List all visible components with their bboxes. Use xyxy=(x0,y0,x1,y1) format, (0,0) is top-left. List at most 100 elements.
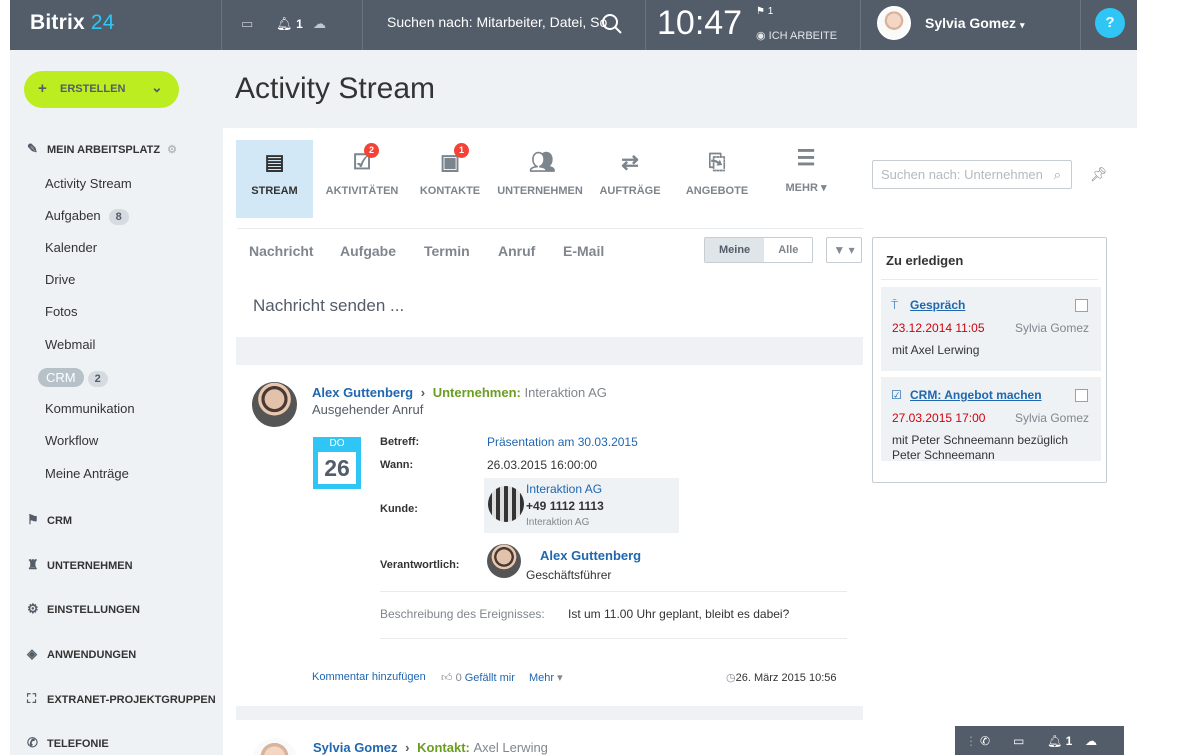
search-icon[interactable] xyxy=(600,12,624,36)
sidebar-item-drive[interactable]: Drive xyxy=(45,272,75,287)
list-icon: ☰ xyxy=(796,147,816,170)
client-phone[interactable]: +49 1112 1113 xyxy=(526,499,604,513)
description-label: Beschreibung des Ereignisses: xyxy=(380,607,545,621)
client-label: Kunde: xyxy=(380,503,418,515)
subject-link[interactable]: Präsentation am 30.03.2015 xyxy=(487,435,638,449)
description-text: Ist um 11.00 Uhr geplant, bleibt es dabe… xyxy=(568,607,790,621)
handshake-icon: ⇄ xyxy=(621,151,639,174)
create-button[interactable]: + ERSTELLEN ⌄ xyxy=(24,71,179,108)
sidebar: + ERSTELLEN ⌄ ✎ MEIN ARBEITSPLATZ ⚙︎ Acti… xyxy=(10,50,223,755)
avatar[interactable] xyxy=(252,382,297,427)
post-tab-email[interactable]: E-Mail xyxy=(563,243,604,259)
user-menu[interactable]: Sylvia Gomez ▾ xyxy=(925,15,1024,31)
tab-activities[interactable]: ☑ 2 AKTIVITÄTEN xyxy=(321,140,403,218)
sidebar-item-calendar[interactable]: Kalender xyxy=(45,240,97,255)
sidebar-item-activity-stream[interactable]: Activity Stream xyxy=(45,176,132,191)
post-date[interactable]: ◷26. März 2015 10:56 xyxy=(726,671,837,684)
chevron-down-icon: ⌄ xyxy=(151,79,163,95)
section-settings[interactable]: ⚙︎ EINSTELLUNGEN xyxy=(27,601,140,617)
phone-icon[interactable]: ✆ xyxy=(980,734,990,748)
chat-icon[interactable]: ▭ xyxy=(241,16,253,32)
gear-icon: ⚙︎ xyxy=(27,601,39,616)
sidebar-item-workflow[interactable]: Workflow xyxy=(45,433,98,448)
todo-item[interactable]: ☑ CRM: Angebot machen 27.03.2015 17:00 S… xyxy=(881,377,1101,462)
filter-switch: Meine Alle xyxy=(704,237,814,263)
help-button[interactable]: ? xyxy=(1095,8,1125,38)
tab-companies[interactable]: 👥︎ UNTERNEHMEN xyxy=(497,140,583,218)
todo-item-title[interactable]: Gespräch xyxy=(910,298,965,312)
section-apps[interactable]: ◈ ANWENDUNGEN xyxy=(27,646,136,662)
post-author[interactable]: Alex Guttenberg › Unternehmen: Interakti… xyxy=(312,385,607,400)
stream-icon: ▤ xyxy=(264,151,285,174)
sidebar-item-crm[interactable]: CRM 2 xyxy=(38,368,108,387)
avatar[interactable] xyxy=(252,738,297,755)
cloud-icon[interactable]: ☁︎ xyxy=(1085,734,1097,748)
like-icon[interactable]: 👍︎ 0 Gefällt mir xyxy=(441,671,515,684)
section-telephony[interactable]: ✆ TELEFONIE xyxy=(27,735,109,751)
gear-icon[interactable]: ⚙︎ xyxy=(167,144,177,156)
section-my-workspace[interactable]: ✎ MEIN ARBEITSPLATZ ⚙︎ xyxy=(27,141,177,157)
tower-icon: ♜ xyxy=(27,557,39,572)
bell-icon[interactable]: 🔔︎ 1 xyxy=(1047,734,1072,748)
avatar[interactable] xyxy=(487,544,521,578)
bell-icon[interactable]: 🔔︎ 1 xyxy=(276,16,303,32)
when-label: Wann: xyxy=(380,459,414,471)
users-icon: 👥︎ xyxy=(529,151,556,174)
phone-icon: ✆ xyxy=(27,735,38,750)
flag-icon: ⚑ 1 xyxy=(756,6,774,17)
tab-stream[interactable]: ▤ STREAM xyxy=(236,140,313,218)
todo-panel: Zu erledigen ⍑ Gespräch 23.12.2014 11:05… xyxy=(872,237,1107,483)
add-comment-link[interactable]: Kommentar hinzufügen xyxy=(312,671,426,683)
search-icon: ⌕ xyxy=(1053,167,1061,182)
composer-input[interactable]: Nachricht senden ... xyxy=(253,296,404,316)
todo-checkbox[interactable] xyxy=(1075,299,1088,312)
responsible-name[interactable]: Alex Guttenberg xyxy=(540,548,641,563)
logo[interactable]: Bitrix 24 xyxy=(30,11,115,35)
section-extranet[interactable]: ⛶ EXTRANET-PROJEKTGRUPPEN xyxy=(27,691,216,707)
plus-icon: + xyxy=(38,80,47,97)
pin-icon[interactable]: 📌︎ xyxy=(1090,166,1108,183)
clock[interactable]: 10:47 xyxy=(657,4,742,43)
tab-contacts[interactable]: ▣ 1 KONTAKTE xyxy=(413,140,487,218)
section-crm[interactable]: ⚑ CRM xyxy=(27,512,72,528)
sidebar-item-photos[interactable]: Fotos xyxy=(45,304,78,319)
subject-label: Betreff: xyxy=(380,436,420,448)
switch-all[interactable]: Alle xyxy=(764,238,812,262)
sidebar-item-my-requests[interactable]: Meine Anträge xyxy=(45,466,129,481)
tab-deals[interactable]: ⇄ AUFTRÄGE xyxy=(595,140,665,218)
search-input[interactable]: Suchen nach: Mitarbeiter, Datei, So xyxy=(387,14,607,30)
app-window: Bitrix 24 ▭ 🔔︎ 1 ☁︎ Suchen nach: Mitarbei… xyxy=(10,0,1137,755)
company-search-input[interactable]: Suchen nach: Unternehmen ⌕ xyxy=(872,160,1072,189)
client-card[interactable]: Interaktion AG +49 1112 1113 Interaktion… xyxy=(484,478,679,533)
post-tab-message[interactable]: Nachricht xyxy=(249,243,314,259)
when-value: 26.03.2015 16:00:00 xyxy=(487,458,598,472)
post-type: Ausgehender Anruf xyxy=(312,402,424,417)
page-title: Activity Stream xyxy=(235,72,436,105)
post-tab-event[interactable]: Termin xyxy=(424,243,470,259)
more-link[interactable]: Mehr ▾ xyxy=(529,671,563,684)
work-status[interactable]: ◉ ICH ARBEITE xyxy=(756,29,837,42)
company-logo xyxy=(488,486,524,522)
section-companies[interactable]: ♜ UNTERNEHMEN xyxy=(27,557,133,573)
filter-button[interactable]: ▼ ▾ xyxy=(826,237,862,263)
network-icon: ⛶ xyxy=(27,691,37,706)
post-author[interactable]: Sylvia Gomez › Kontakt: Axel Lerwing xyxy=(313,740,548,755)
user-avatar[interactable] xyxy=(877,6,911,40)
todo-checkbox[interactable] xyxy=(1075,389,1088,402)
switch-mine[interactable]: Meine xyxy=(705,238,765,262)
chat-icon[interactable]: ▭ xyxy=(1013,734,1024,748)
post-tab-task[interactable]: Aufgabe xyxy=(340,243,396,259)
pin-icon: ✎ xyxy=(27,141,38,156)
post-tab-call[interactable]: Anruf xyxy=(498,243,535,259)
todo-item-title[interactable]: CRM: Angebot machen xyxy=(910,388,1042,402)
calendar-badge: DO 26 xyxy=(313,437,361,489)
todo-item[interactable]: ⍑ Gespräch 23.12.2014 11:05 Sylvia Gomez… xyxy=(881,287,1101,371)
clock-icon: ◷ xyxy=(726,672,736,684)
tab-more[interactable]: ☰ MEHR ▾ xyxy=(771,136,841,214)
tab-quotes[interactable]: ⎘ ANGEBOTE xyxy=(681,140,753,218)
sidebar-item-webmail[interactable]: Webmail xyxy=(45,337,95,352)
sidebar-item-tasks[interactable]: Aufgaben 8 xyxy=(45,208,129,225)
bottom-bar: ⋮ ✆ ▭ 🔔︎ 1 ☁︎ xyxy=(955,726,1124,755)
cloud-icon[interactable]: ☁︎ xyxy=(313,16,326,32)
sidebar-item-communication[interactable]: Kommunikation xyxy=(45,401,135,416)
